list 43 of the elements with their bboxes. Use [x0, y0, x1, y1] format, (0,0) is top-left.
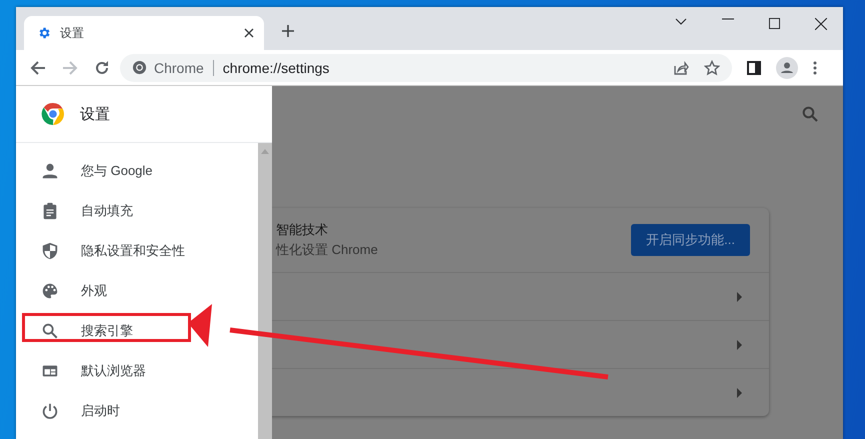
palette-icon	[41, 282, 59, 300]
browser-tab[interactable]: 设置	[24, 16, 264, 50]
caret-right-icon[interactable]	[737, 292, 742, 302]
power-icon	[41, 402, 59, 420]
scrollbar[interactable]	[258, 143, 272, 439]
sidebar-item[interactable]: 外观	[16, 271, 258, 311]
star-icon[interactable]	[704, 60, 720, 76]
shield-icon	[41, 242, 59, 260]
close-icon[interactable]	[815, 18, 827, 30]
person-icon	[41, 162, 59, 180]
sidebar-item[interactable]: 隐私设置和安全性	[16, 231, 258, 271]
sidebar-item[interactable]: 自动填充	[16, 191, 258, 231]
side-panel-icon[interactable]	[747, 60, 761, 74]
chrome-logo-icon	[132, 60, 147, 75]
site-label: Chrome	[154, 60, 204, 76]
card-subtitle: 性化设置 Chrome	[276, 241, 379, 259]
search-icon[interactable]	[802, 106, 818, 122]
sidebar-item[interactable]: 您与 Google	[16, 151, 258, 191]
url-text: chrome://settings	[222, 60, 330, 76]
search-icon	[41, 322, 59, 340]
new-tab-icon[interactable]	[281, 24, 295, 38]
minimize-icon[interactable]	[722, 18, 734, 20]
sidebar-item[interactable]: 启动时	[16, 391, 258, 431]
sidebar-title: 设置	[80, 104, 110, 124]
close-icon[interactable]	[244, 28, 254, 38]
sidebar-item[interactable]: 默认浏览器	[16, 351, 258, 391]
menu-icon[interactable]	[813, 60, 817, 74]
chrome-logo-icon	[41, 102, 65, 126]
avatar-icon[interactable]	[776, 56, 798, 78]
chevron-down-icon[interactable]	[675, 18, 687, 26]
sidebar-item[interactable]: 搜索引擎	[16, 311, 258, 351]
address-bar[interactable]: Chrome chrome://settings	[120, 54, 732, 82]
card-title: 智能技术	[276, 221, 329, 239]
back-arrow-icon[interactable]	[30, 60, 46, 76]
share-icon[interactable]	[673, 60, 689, 76]
tab-title: 设置	[60, 24, 84, 42]
reload-icon[interactable]	[94, 60, 110, 76]
caret-right-icon[interactable]	[737, 340, 742, 350]
maximize-icon[interactable]	[769, 18, 780, 29]
sync-button[interactable]: 开启同步功能...	[631, 224, 750, 256]
settings-icon	[37, 26, 51, 40]
clipboard-icon	[41, 202, 59, 220]
caret-right-icon[interactable]	[737, 388, 742, 398]
